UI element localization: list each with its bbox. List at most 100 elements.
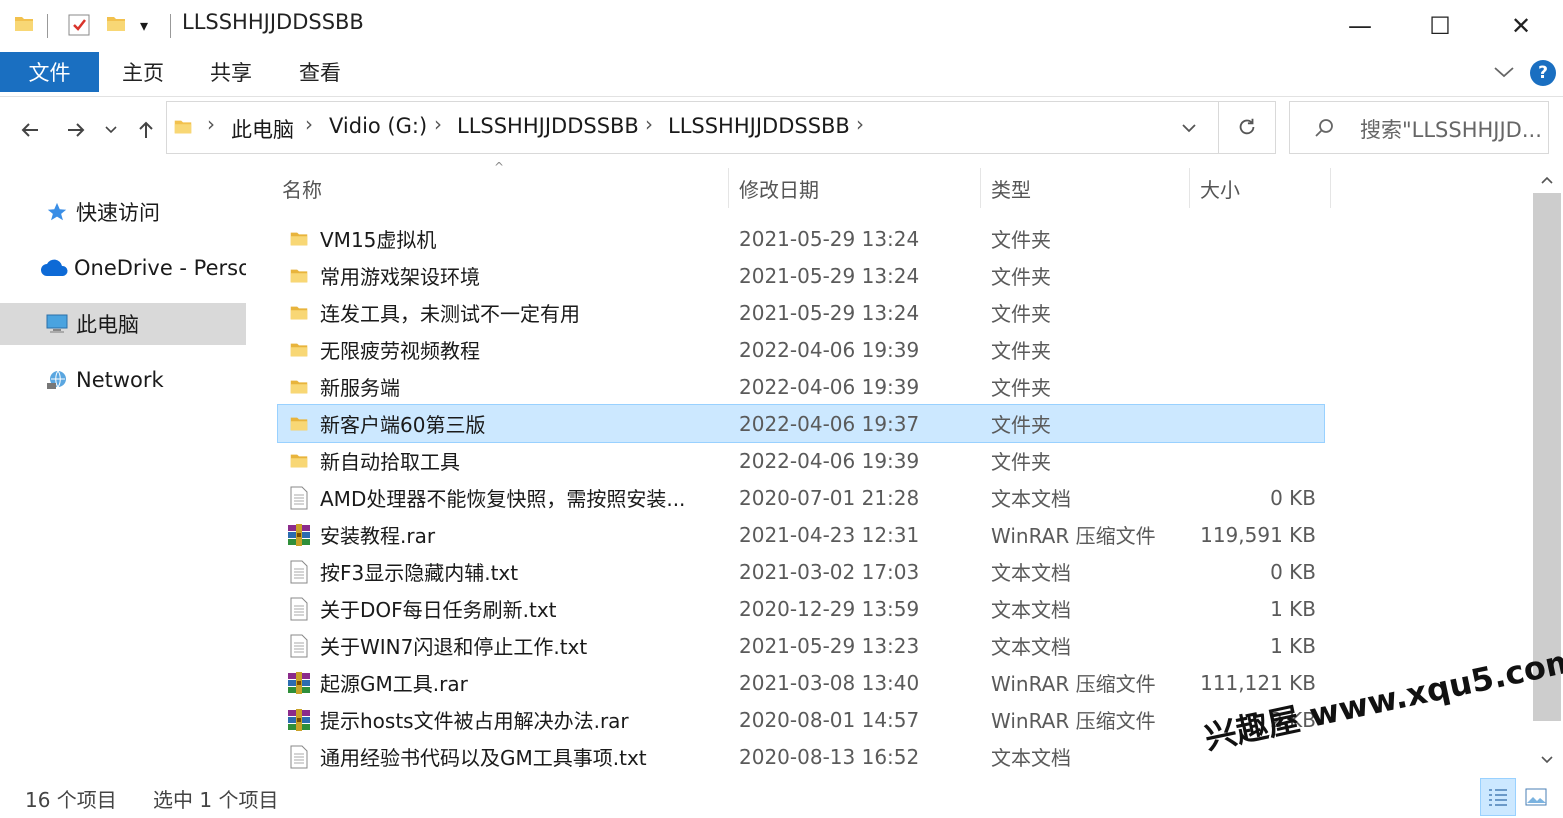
star-icon [42,200,72,224]
customize-toolbar-chevron-icon[interactable]: ▾ [140,16,148,35]
table-row[interactable]: 无限疲劳视频教程 2022-04-06 19:39 文件夹 [278,331,1324,368]
column-separator[interactable] [980,168,981,208]
large-icons-view-button[interactable] [1518,778,1554,816]
table-row[interactable]: 连发工具，未测试不一定有用 2021-05-29 13:24 文件夹 [278,294,1324,331]
status-selection: 选中 1 个项目 [153,788,279,812]
breadcrumb-chevron-icon[interactable]: › [434,112,442,136]
text-file-icon [286,590,312,627]
file-name: 按F3显示隐藏内辅.txt [320,561,519,585]
table-row[interactable]: 安装教程.rar 2021-04-23 12:31 WinRAR 压缩文件 119,5… [278,516,1324,553]
forward-button[interactable] [58,108,94,152]
file-type: 文件夹 [991,413,1051,437]
sidebar-item-quick-access[interactable]: 快速访问 [0,191,246,233]
maximize-button[interactable]: ☐ [1400,0,1480,52]
table-row[interactable]: 新自动拾取工具 2022-04-06 19:39 文件夹 [278,442,1324,479]
breadcrumb-chevron-icon[interactable]: › [645,112,653,136]
close-button[interactable]: ✕ [1481,0,1561,52]
table-row[interactable]: 新服务端 2022-04-06 19:39 文件夹 [278,368,1324,405]
tab-file[interactable]: 文件 [0,52,99,92]
column-header-type[interactable]: 类型 [991,168,1181,208]
address-divider [1218,101,1219,154]
table-row[interactable]: 提示hosts文件被占用解决办法.rar 2020-08-01 14:57 WinR… [278,701,1324,738]
file-name: VM15虚拟机 [320,228,437,252]
sidebar-item-network[interactable]: Network [0,359,246,401]
winrar-icon [286,664,312,701]
text-file-icon [286,627,312,664]
breadcrumb-this-pc[interactable]: 此电脑 [231,114,294,144]
sidebar-item-onedrive[interactable]: OneDrive - Perso [0,247,246,289]
file-name: 通用经验书代码以及GM工具事项.txt [320,746,647,770]
folder-icon [172,116,194,142]
table-row[interactable]: 按F3显示隐藏内辅.txt 2021-03-02 17:03 文本文档 0 KB [278,553,1324,590]
large-icons-view-icon [1525,788,1547,806]
text-file-icon [286,553,312,590]
back-button[interactable] [12,108,48,152]
breadcrumb-folder[interactable]: LLSSHHJJDDSSBB [457,114,639,138]
file-name: 提示hosts文件被占用解决办法.rar [320,709,629,733]
table-row[interactable]: 常用游戏架设环境 2021-05-29 13:24 文件夹 [278,257,1324,294]
file-date: 2022-04-06 19:39 [739,448,920,473]
new-folder-icon[interactable] [104,12,128,40]
computer-icon [42,312,72,336]
tab-home[interactable]: 主页 [122,52,164,92]
table-row[interactable]: 关于WIN7闪退和停止工作.txt 2021-05-29 13:23 文本文档 1 K… [278,627,1324,664]
file-date: 2021-03-08 13:40 [739,670,920,695]
file-size: 119,591 KB [1200,522,1316,547]
file-name: 关于WIN7闪退和停止工作.txt [320,635,588,659]
file-name: 连发工具，未测试不一定有用 [320,302,580,326]
folder-icon [12,12,36,40]
column-separator[interactable] [1189,168,1190,208]
refresh-icon[interactable] [1236,116,1258,142]
table-row[interactable]: 新客户端60第三版 2022-04-06 19:37 文件夹 [277,404,1325,443]
table-row[interactable]: 起源GM工具.rar 2021-03-08 13:40 WinRAR 压缩文件 111… [278,664,1324,701]
sidebar-item-this-pc[interactable]: 此电脑 [0,303,246,345]
up-button[interactable] [128,108,164,152]
column-header-date[interactable]: 修改日期 [739,168,969,208]
details-view-button[interactable] [1480,778,1516,816]
breadcrumb-chevron-icon[interactable]: › [207,112,215,136]
table-row[interactable]: 通用经验书代码以及GM工具事项.txt 2020-08-13 16:52 文本文档 [278,738,1324,775]
table-row[interactable]: 关于DOF每日任务刷新.txt 2020-12-29 13:59 文本文档 1 KB [278,590,1324,627]
address-history-chevron-icon[interactable] [1180,120,1198,140]
column-separator[interactable] [728,168,729,208]
help-button[interactable]: ? [1530,60,1556,86]
breadcrumb-chevron-icon[interactable]: › [305,112,313,136]
file-date: 2020-07-01 21:28 [739,485,920,510]
folder-icon [286,442,312,479]
file-size: 1 KB [1270,596,1316,621]
expand-ribbon-chevron-icon[interactable] [1492,62,1516,86]
file-name: 新自动拾取工具 [320,450,460,474]
tab-share[interactable]: 共享 [210,52,252,92]
minimize-button[interactable]: — [1320,0,1400,52]
table-row[interactable]: VM15虚拟机 2021-05-29 13:24 文件夹 [278,220,1324,257]
status-item-count: 16 个项目 [25,788,117,812]
tab-view[interactable]: 查看 [299,52,341,92]
table-row[interactable]: AMD处理器不能恢复快照，需按照安装... 2020-07-01 21:28 文本文… [278,479,1324,516]
folder-icon [286,368,312,405]
file-type: 文件夹 [991,265,1051,289]
search-input[interactable]: 搜索"LLSSHHJJD... [1360,114,1542,144]
text-file-icon [286,479,312,516]
breadcrumb-chevron-icon[interactable]: › [856,112,864,136]
chevron-up-icon [1541,176,1553,184]
file-name: 常用游戏架设环境 [320,265,480,289]
breadcrumb-current-folder[interactable]: LLSSHHJJDDSSBB [668,114,850,138]
file-name: AMD处理器不能恢复快照，需按照安装... [320,487,686,511]
scroll-down-button[interactable] [1533,748,1561,772]
sidebar-item-label: OneDrive - Perso [74,256,246,280]
file-name: 关于DOF每日任务刷新.txt [320,598,557,622]
file-size: 0 KB [1270,485,1316,510]
text-file-icon [286,738,312,775]
chevron-down-icon [105,126,117,134]
breadcrumb-drive[interactable]: Vidio (G:) [329,114,427,138]
title-separator [170,14,171,38]
column-header-name[interactable]: 名称 [282,168,722,208]
recent-locations-button[interactable] [96,108,126,152]
properties-icon[interactable] [66,12,92,42]
file-size: 1 KB [1270,633,1316,658]
column-separator[interactable] [1330,168,1331,208]
folder-icon [286,220,312,257]
quick-access-separator [47,14,48,38]
column-header-size[interactable]: 大小 [1200,168,1320,208]
scroll-up-button[interactable] [1533,168,1561,192]
